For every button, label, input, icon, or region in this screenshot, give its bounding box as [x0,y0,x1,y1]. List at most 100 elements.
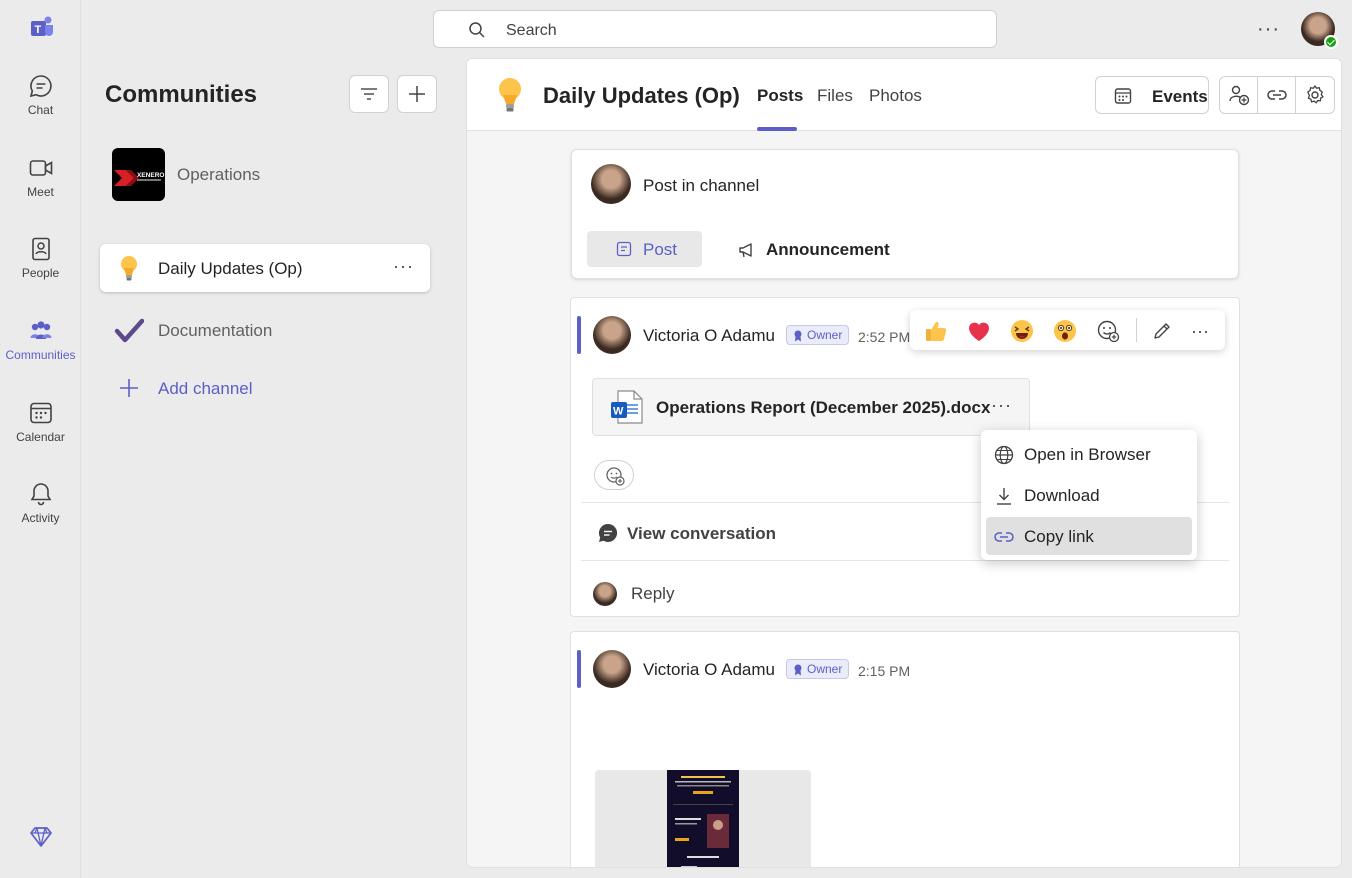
search-input[interactable]: Search [506,22,557,40]
edit-button[interactable] [1148,317,1176,345]
thumbs-up-icon [926,321,947,341]
reply-label: Reply [631,584,675,603]
rail-activity[interactable]: Activity [0,481,81,525]
calendar-icon [1114,88,1132,104]
message-author[interactable]: Victoria O Adamu [643,326,775,346]
menu-item-copy-link[interactable]: Copy link [986,517,1192,555]
teams-logo-icon[interactable]: T [27,15,55,41]
channel-daily-updates[interactable]: Daily Updates (Op) ··· [100,244,430,292]
message-author[interactable]: Victoria O Adamu [643,660,775,680]
communities-pane: Communities XENERO Operations Daily Upda… [82,58,454,878]
message-accent-bar [577,650,581,688]
tab-files[interactable]: Files [817,86,853,106]
message-accent-bar [577,316,581,354]
download-icon [997,488,1011,505]
owner-badge-label: Owner [807,328,843,342]
community-logo: XENERO [112,148,165,201]
copy-channel-link-button[interactable] [1258,77,1296,113]
channel-more-icon[interactable]: ··· [393,256,414,277]
people-icon [31,237,50,261]
owner-badge: Owner [786,659,850,679]
avatar [593,650,631,688]
add-person-icon [1228,85,1249,106]
svg-text:T: T [35,24,42,36]
post-in-channel-input[interactable]: Post in channel [643,176,759,196]
more-reactions-button[interactable] [1094,317,1122,345]
add-reaction-button[interactable] [594,460,634,490]
link-icon [1266,90,1287,100]
divider [581,560,1229,561]
search-icon [469,22,485,38]
pane-title: Communities [105,81,258,108]
menu-item-open-in-browser[interactable]: Open in Browser [986,435,1192,473]
rail-activity-label: Activity [21,511,60,525]
emoji-add-icon [1097,320,1120,343]
lightbulb-icon [121,256,137,281]
announcement-button[interactable]: Announcement [766,240,890,260]
word-document-icon: W [611,390,643,424]
divider [1136,318,1137,342]
filter-icon [361,88,377,100]
channel-settings-button[interactable] [1296,77,1334,113]
chat-icon [29,75,52,98]
rail-meet[interactable]: Meet [0,155,81,199]
avatar [593,316,631,354]
events-label: Events [1152,87,1208,106]
rail-calendar[interactable]: Calendar [0,400,81,444]
plus-icon [409,86,425,102]
header-actions [1219,76,1335,114]
community-logo-text: XENERO [137,172,164,179]
compose-card: Post in channel Post Announcement [571,149,1239,279]
rail-chat[interactable]: Chat [0,73,81,117]
menu-item-label: Copy link [1024,527,1094,546]
community-operations[interactable]: XENERO Operations [112,148,412,202]
tab-posts[interactable]: Posts [757,86,803,106]
message-time: 2:15 PM [858,663,911,679]
surprised-face-icon [1054,320,1076,342]
app-rail: T Chat Meet People Communities Calendar … [0,0,81,878]
owner-badge-label: Owner [807,662,843,676]
file-context-menu: Open in Browser Download Copy link [981,430,1197,560]
message-card: Victoria O Adamu Owner 2:15 PM [570,631,1240,867]
add-channel-button[interactable]: Add channel [100,364,430,412]
rail-communities-label: Communities [5,348,76,362]
conversation-icon [598,523,618,542]
add-community-button[interactable] [397,75,437,113]
link-icon [994,532,1014,542]
checkmark-icon [114,318,144,343]
rail-people[interactable]: People [0,236,81,280]
tab-photos[interactable]: Photos [869,86,922,106]
filter-button[interactable] [349,75,389,113]
owner-badge: Owner [786,325,850,345]
thumbs-up-reaction[interactable] [922,317,950,345]
rail-communities[interactable]: Communities [0,318,81,362]
message-time: 2:52 PM [858,329,911,345]
file-attachment[interactable]: W Operations Report (December 2025).docx… [592,378,1030,436]
events-button[interactable]: Events [1095,76,1209,114]
post-button[interactable]: Post [587,231,702,267]
user-avatar[interactable] [1301,12,1338,49]
channel-header: Daily Updates (Op) Posts Files Photos Ev… [467,59,1341,131]
plus-icon [120,379,138,397]
menu-item-download[interactable]: Download [986,476,1192,514]
heart-reaction[interactable] [965,317,993,345]
avatar [593,582,617,606]
surprised-reaction[interactable] [1051,317,1079,345]
image-attachment[interactable] [595,770,811,867]
lightbulb-icon [499,78,521,112]
rail-calendar-label: Calendar [16,430,65,444]
more-options-icon[interactable]: ··· [1257,18,1281,42]
rail-meet-label: Meet [27,185,54,199]
search-bar[interactable]: Search [433,10,997,48]
channel-documentation[interactable]: Documentation [100,306,430,354]
file-more-options-icon[interactable]: ··· [991,395,1012,416]
calendar-icon [29,402,52,424]
add-member-button[interactable] [1220,77,1258,113]
premium-diamond-icon[interactable] [28,824,54,850]
more-options-icon[interactable]: ··· [1186,317,1214,345]
post-label: Post [643,240,678,259]
gear-icon [1307,85,1324,104]
channel-name: Daily Updates (Op) [158,259,303,278]
channel-name: Documentation [158,321,273,340]
laughing-reaction[interactable] [1008,317,1036,345]
